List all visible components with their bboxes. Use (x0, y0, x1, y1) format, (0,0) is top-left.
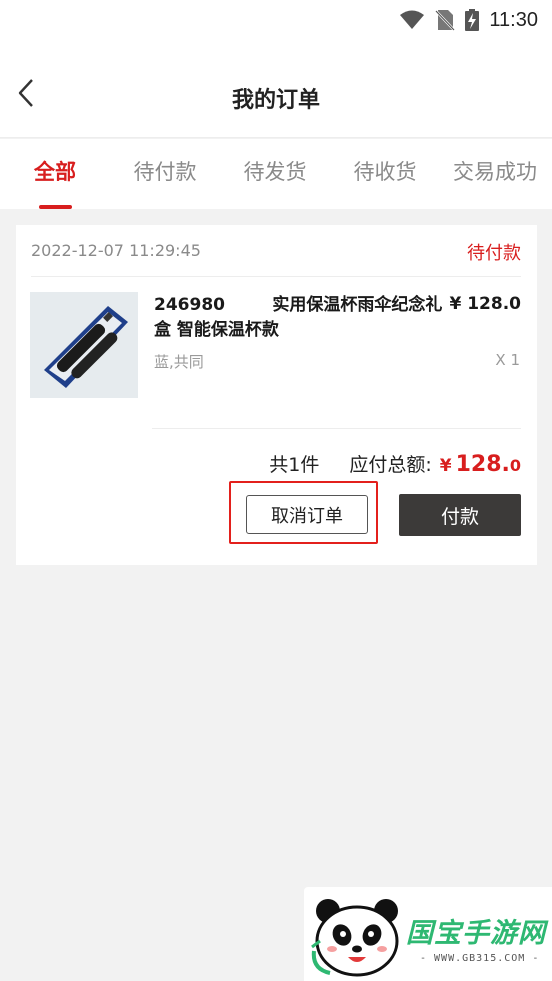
status-time: 11:30 (489, 8, 538, 31)
order-card[interactable]: 2022-12-07 11:29:45 待付款 246980 实用保温杯雨伞纪念… (16, 225, 537, 565)
no-sim-icon (435, 10, 456, 31)
total-label: 应付总额: (349, 454, 432, 476)
site-watermark: 国宝手游网 - WWW.GB315.COM - (304, 887, 552, 981)
currency-symbol: ¥ (439, 456, 452, 476)
item-count: 共1件 (269, 454, 320, 476)
tab-pending-receipt[interactable]: 待收货 (330, 139, 440, 209)
divider (31, 276, 521, 277)
thermos-umbrella-gift-box-image (30, 292, 138, 398)
total-amount-integer: 128. (455, 452, 510, 477)
order-list-screen: 11:30 我的订单 全部 待付款 待发货 待收货 交易成功 2022-12-0… (0, 0, 552, 981)
watermark-url: - WWW.GB315.COM - (420, 953, 540, 964)
pay-button[interactable]: 付款 (399, 494, 521, 536)
wifi-icon (400, 10, 425, 29)
panda-logo-icon (311, 899, 399, 977)
tab-label: 待收货 (353, 160, 417, 184)
top-app-bar: 我的订单 (0, 40, 552, 138)
tab-pending-payment[interactable]: 待付款 (110, 139, 220, 209)
tab-completed[interactable]: 交易成功 (440, 139, 550, 209)
order-timestamp: 2022-12-07 11:29:45 (31, 241, 201, 260)
battery-charging-icon (465, 9, 480, 31)
tab-pending-shipment[interactable]: 待发货 (220, 139, 330, 209)
order-status-tabs: 全部 待付款 待发货 待收货 交易成功 (0, 139, 552, 209)
total-amount-decimal: 0 (509, 456, 521, 475)
divider (152, 428, 521, 429)
tab-label: 全部 (34, 160, 76, 184)
tab-label: 交易成功 (453, 160, 537, 184)
status-bar: 11:30 (0, 0, 552, 40)
tab-all[interactable]: 全部 (0, 139, 110, 209)
watermark-brand: 国宝手游网 (406, 918, 546, 949)
tab-label: 待发货 (243, 160, 307, 184)
product-name[interactable]: 246980 实用保温杯雨伞纪念礼盒 智能保温杯款 (154, 293, 449, 343)
product-price: ¥ 128.0 (449, 294, 521, 314)
order-status-badge: 待付款 (467, 243, 521, 264)
active-tab-indicator (39, 205, 72, 209)
product-image[interactable] (30, 292, 138, 398)
page-title: 我的订单 (231, 88, 320, 113)
product-quantity: X 1 (495, 351, 520, 369)
order-summary: 共1件 应付总额: ¥ 128. 0 (269, 450, 521, 477)
cancel-order-button[interactable]: 取消订单 (246, 495, 368, 534)
product-spec: 蓝,共同 (154, 353, 204, 371)
tab-label: 待付款 (133, 160, 197, 184)
